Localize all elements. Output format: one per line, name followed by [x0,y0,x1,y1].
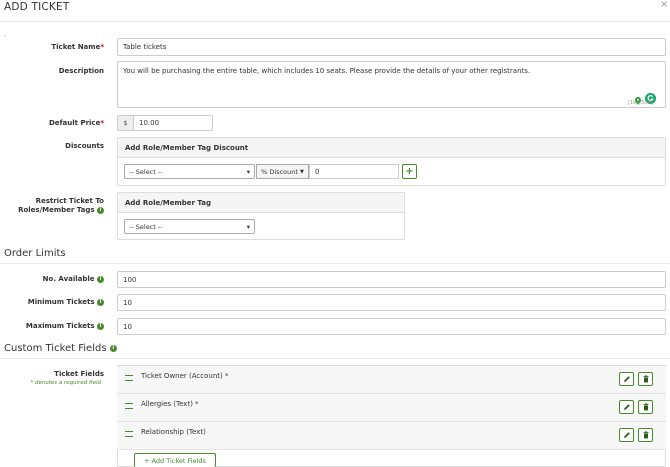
pencil-icon [623,376,630,382]
drag-handle-icon[interactable] [125,375,133,381]
modal-title: ADD TICKET [4,1,70,13]
trash-icon [643,375,648,383]
chevron-down-icon: ▾ [246,222,250,231]
drag-handle-icon[interactable] [125,431,133,437]
info-icon[interactable]: i [97,322,104,330]
trash-icon [643,403,648,411]
restrict-role-select-value: -- Select -- [129,222,163,231]
info-icon[interactable]: i [97,206,104,214]
add-ticket-fields-button[interactable]: + Add Ticket Fields [134,453,216,467]
custom-fields-divider [0,358,670,359]
description-value: You will be purchasing the entire table,… [123,67,531,75]
delete-field-button[interactable] [638,400,653,414]
discount-role-select-value: -- Select -- [129,167,163,176]
no-available-input[interactable]: 100 [117,271,666,288]
edit-field-button[interactable] [619,400,634,414]
maximum-tickets-input[interactable]: 10 [117,318,666,335]
info-icon[interactable]: i [109,344,117,352]
char-counter: [197/500] [628,100,653,106]
discount-type-dropdown[interactable]: % Discount ▼ [256,164,309,179]
ticket-field-name: Ticket Owner (Account) * [141,372,229,380]
default-price-value[interactable]: 10.00 [134,116,212,130]
ticket-fields-label: Ticket Fields [54,370,104,378]
ticket-field-name: Relationship (Text) [141,428,206,436]
close-icon[interactable]: × [660,0,668,10]
drag-handle-icon[interactable] [125,403,133,409]
edit-field-button[interactable] [619,428,634,442]
edit-field-button[interactable] [619,372,634,386]
grammar-assistant-icon[interactable] [645,89,656,104]
ticket-name-label: Ticket Name* [51,43,104,51]
no-available-label: No. Available i [0,275,104,283]
info-icon[interactable]: i [97,298,104,306]
discount-amount-input[interactable]: 0 [309,164,399,179]
description-textarea[interactable]: You will be purchasing the entire table,… [117,61,666,108]
discount-amount-value: 0 [315,167,320,176]
chevron-down-icon: ▾ [246,167,250,176]
minimum-tickets-label: Minimum Tickets i [0,298,104,306]
header-divider [0,21,670,22]
discounts-label: Discounts [65,142,104,150]
add-discount-button[interactable]: + [402,164,417,179]
order-limits-divider [0,263,670,264]
order-limits-heading: Order Limits [4,248,66,259]
discount-role-select[interactable]: -- Select -- ▾ [124,164,255,179]
restrict-panel-header: Add Role/Member Tag [118,193,404,213]
discount-type-value: % Discount [261,167,298,176]
ticket-field-row[interactable]: Ticket Owner (Account) * [117,366,666,394]
minimum-tickets-input[interactable]: 10 [117,294,666,311]
minimum-tickets-value: 10 [123,298,132,307]
no-available-value: 100 [123,275,137,284]
default-price-input-group[interactable]: $ 10.00 [117,115,213,131]
pencil-icon [623,432,630,438]
delete-field-button[interactable] [638,428,653,442]
restrict-label: Restrict Ticket To Roles/Member Tags i [0,197,104,215]
required-note: * denotes a required field [30,380,102,386]
location-pin-icon [634,90,642,105]
info-icon[interactable]: i [97,275,104,283]
ticket-name-input[interactable]: Table tickets [117,38,666,56]
restrict-role-select[interactable]: -- Select -- ▾ [124,219,255,234]
custom-ticket-fields-heading: Custom Ticket Fields i [4,343,117,354]
default-price-label: Default Price* [48,119,104,127]
discounts-panel-header: Add Role/Member Tag Discount [118,138,665,158]
ticket-field-row[interactable]: Allergies (Text) * [117,394,666,422]
currency-addon: $ [118,116,134,130]
pencil-icon [623,404,630,410]
description-label: Description [58,67,104,75]
restrict-label-line2: Roles/Member Tags [18,206,95,214]
stray-dot: . [4,31,6,38]
trash-icon [643,431,648,439]
maximum-tickets-value: 10 [123,322,132,331]
caret-down-icon: ▼ [299,168,304,175]
ticket-field-row[interactable]: Relationship (Text) [117,422,666,450]
ticket-field-name: Allergies (Text) * [141,400,199,408]
maximum-tickets-label: Maximum Tickets i [0,322,104,330]
ticket-name-value: Table tickets [123,43,167,51]
restrict-label-line1: Restrict Ticket To [35,197,104,205]
delete-field-button[interactable] [638,372,653,386]
